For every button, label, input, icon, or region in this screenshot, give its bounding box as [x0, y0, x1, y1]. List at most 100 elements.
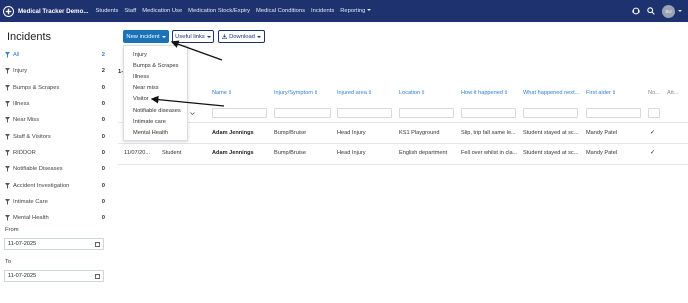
download-button[interactable]: Download: [218, 30, 265, 43]
from-label: From: [5, 227, 19, 233]
header-notified[interactable]: No...: [648, 90, 660, 96]
sidebar-item-label: All: [13, 52, 20, 59]
sidebar-item-count: 0: [101, 198, 105, 205]
header-injury[interactable]: Injury/Symptom⇕: [274, 90, 318, 96]
sidebar-item-notifiable-diseases[interactable]: Notifiable Diseases 0: [0, 161, 110, 177]
sort-icon: ⇕: [227, 90, 233, 96]
cell-area: Head Injury: [337, 150, 366, 156]
new-incident-label: New incident: [126, 33, 160, 40]
sidebar-item-count: 0: [101, 182, 105, 189]
sort-icon: ⇕: [313, 90, 319, 96]
menu-item-bumps-scrapes[interactable]: Bumps & Scrapes: [124, 60, 187, 71]
nav-reporting[interactable]: Reporting: [340, 8, 372, 14]
cell-type: Student: [162, 150, 182, 156]
sort-icon: ⇕: [611, 90, 617, 96]
sidebar-item-all[interactable]: All 2: [0, 47, 110, 63]
cell-date: 11/07/20...: [124, 150, 151, 156]
menu-item-mental-health[interactable]: Mental Health: [124, 127, 187, 138]
menu-item-near-miss[interactable]: Near miss: [124, 83, 187, 94]
sidebar-item-label: Near Miss: [13, 117, 40, 124]
brand[interactable]: Medical Tracker Demo...: [3, 5, 96, 17]
sidebar-item-mental-health[interactable]: Mental Health 0: [0, 210, 110, 226]
search-icon[interactable]: [647, 7, 655, 15]
sidebar-item-bumps-scrapes[interactable]: Bumps & Scrapes 0: [0, 80, 110, 96]
useful-links-button[interactable]: Useful links: [172, 30, 214, 43]
calendar-icon[interactable]: [95, 242, 100, 247]
header-name[interactable]: Name⇕: [212, 90, 232, 96]
header-injured-area[interactable]: Injured area⇕: [337, 90, 372, 96]
check-icon: ✓: [650, 130, 656, 136]
from-date-field[interactable]: 11-07-2025: [4, 238, 104, 250]
sidebar-item-injury[interactable]: Injury 2: [0, 63, 110, 79]
sidebar-item-count: 2: [101, 68, 105, 75]
menu-item-intimate-care[interactable]: Intimate care: [124, 116, 187, 127]
menu-item-injury[interactable]: Injury: [124, 49, 187, 60]
divider: [118, 122, 688, 123]
sidebar-item-count: 0: [101, 166, 105, 173]
header-what-next[interactable]: What happened next...: [523, 90, 579, 96]
chevron-down-icon: [367, 9, 372, 11]
header-label: Injury/Symptom: [274, 90, 313, 96]
nav-medication-use[interactable]: Medication Use: [142, 8, 182, 14]
filter-icon: [5, 84, 10, 91]
to-date-value: 11-07-2025: [8, 273, 37, 279]
sidebar-item-label: Injury: [13, 68, 28, 75]
menu-item-illness[interactable]: Illness: [124, 71, 187, 82]
filter-aider-input[interactable]: [586, 108, 641, 118]
header-first-aider[interactable]: First aider⇕: [586, 90, 616, 96]
filter-icon: [5, 149, 10, 156]
filter-location-input[interactable]: [399, 108, 454, 118]
header-label: Injured area: [337, 90, 367, 96]
cell-injury: Bump/Bruise: [274, 130, 307, 136]
to-date-field[interactable]: 11-07-2025: [4, 270, 104, 282]
nav-incidents[interactable]: Incidents: [311, 8, 334, 14]
filter-injury-input[interactable]: [274, 108, 331, 118]
nav-medical-conditions[interactable]: Medical Conditions: [256, 8, 305, 14]
chevron-down-icon: [206, 35, 211, 38]
nav-students[interactable]: Students: [96, 8, 119, 14]
menu-item-visitor[interactable]: Visitor: [124, 94, 187, 105]
sidebar-item-label: Intimate Care: [13, 198, 48, 205]
cell-name: Adam Jennings: [212, 130, 254, 136]
sidebar-item-label: Notifiable Diseases: [13, 166, 63, 173]
header-how[interactable]: How it happened⇕: [461, 90, 508, 96]
filter-how-input[interactable]: [461, 108, 516, 118]
filter-next-input[interactable]: [523, 108, 578, 118]
logo-icon: [3, 5, 14, 17]
nav-medication-stock[interactable]: Medication Stock/Expiry: [188, 8, 250, 14]
sidebar-item-accident-investigation[interactable]: Accident Investigation 0: [0, 177, 110, 193]
support-icon[interactable]: [632, 7, 640, 15]
chevron-down-icon[interactable]: [678, 10, 682, 12]
sidebar-item-riddor[interactable]: RIDDOR 0: [0, 145, 110, 161]
header-label: Att...: [667, 90, 679, 96]
divider: [118, 164, 688, 165]
avatar[interactable]: SU: [662, 4, 675, 18]
filter-icon: [5, 215, 10, 222]
filter-icon: [5, 101, 10, 108]
avatar-initials: SU: [665, 8, 672, 14]
cell-aider: Mandy Patel: [586, 150, 618, 156]
sidebar-item-near-miss[interactable]: Near Miss 0: [0, 112, 110, 128]
nav-staff[interactable]: Staff: [124, 8, 136, 14]
filter-name-input[interactable]: [212, 108, 267, 118]
filter-notified-input[interactable]: [648, 108, 660, 118]
cell-how: Slip, trip fall same le...: [461, 130, 516, 136]
filter-icon: [5, 117, 10, 124]
filter-area-input[interactable]: [337, 108, 392, 118]
new-incident-button[interactable]: New incident: [123, 30, 169, 43]
sidebar-item-staff-visitors[interactable]: Staff & Visitors 0: [0, 128, 110, 144]
cell-how: Fell over whilst in cla...: [461, 150, 518, 156]
calendar-icon[interactable]: [95, 274, 100, 279]
cell-next: Student stayed at sc...: [523, 130, 579, 136]
chevron-down-icon: [256, 35, 261, 38]
sidebar-item-illness[interactable]: Illness 0: [0, 96, 110, 112]
menu-item-notifiable-diseases[interactable]: Notifiable diseases: [124, 105, 187, 116]
filter-icon: [5, 166, 10, 173]
header-label: How it happened: [461, 90, 503, 96]
chevron-down-icon[interactable]: [190, 111, 195, 116]
sidebar-item-count: 2: [101, 52, 105, 59]
header-location[interactable]: Location⇕: [399, 90, 425, 96]
download-label: Download: [229, 33, 255, 40]
header-attachments[interactable]: Att...: [667, 90, 679, 96]
sidebar-item-intimate-care[interactable]: Intimate Care 0: [0, 194, 110, 210]
